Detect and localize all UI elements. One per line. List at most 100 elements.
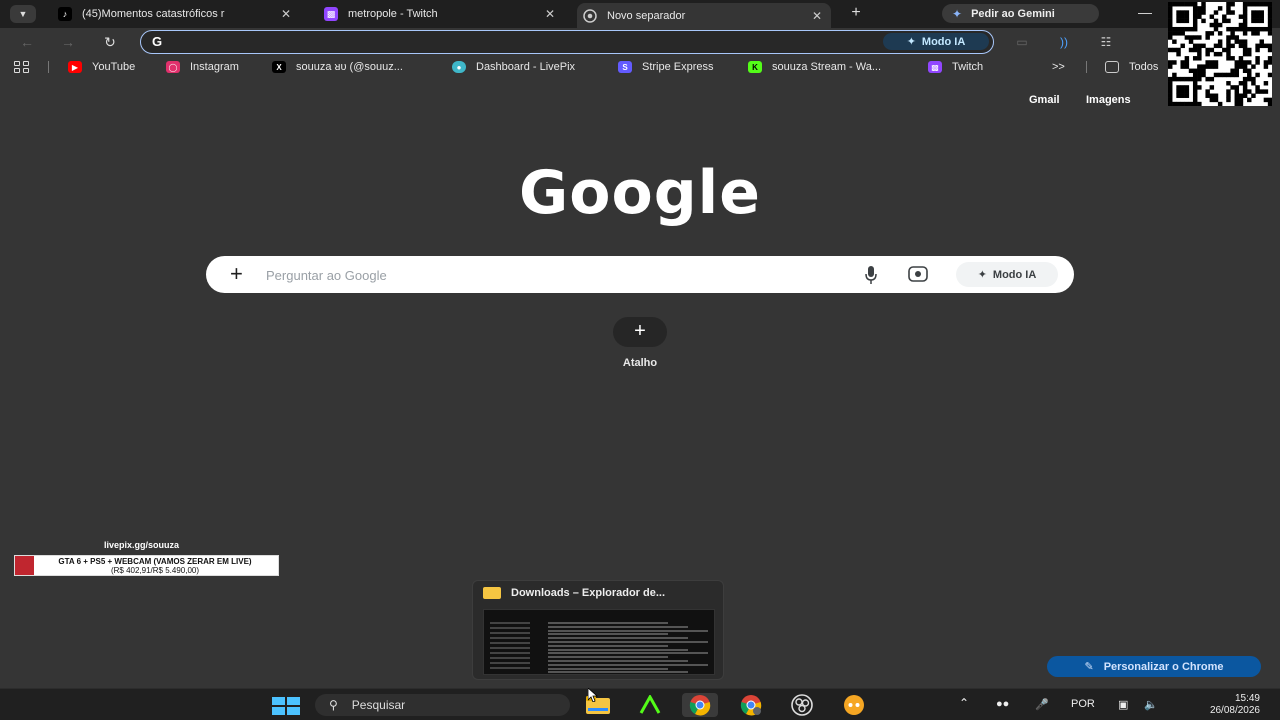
tab-new-tab[interactable]: Novo separador ✕ xyxy=(577,3,831,28)
qr-module xyxy=(1197,35,1202,40)
minimize-button[interactable]: — xyxy=(1138,4,1152,20)
plus-icon[interactable]: + xyxy=(230,262,243,286)
qr-module xyxy=(1238,26,1244,32)
new-tab-button[interactable]: + xyxy=(847,4,865,22)
qr-module xyxy=(1192,85,1198,90)
gemini-icon: ✦ xyxy=(952,6,963,21)
taskbar-clock[interactable]: 15:49 26/08/2026 xyxy=(1198,693,1260,717)
qr-module xyxy=(1209,22,1215,28)
qr-module xyxy=(1180,85,1185,90)
qr-module xyxy=(1242,47,1248,53)
bookmark-instagram[interactable]: ◯ Instagram xyxy=(166,59,239,75)
qr-module xyxy=(1197,43,1202,49)
qr-module xyxy=(1263,2,1269,7)
qr-module xyxy=(1213,51,1219,57)
customize-chrome-button[interactable]: ✎ Personalizar o Chrome xyxy=(1047,656,1261,677)
volume-icon[interactable]: 🔈 xyxy=(1144,698,1158,711)
chevron-up-icon[interactable]: ⌃ xyxy=(959,696,969,710)
bookmark-twitch[interactable]: ▩ Twitch xyxy=(928,59,983,75)
qr-module xyxy=(1192,72,1198,78)
gemini-button[interactable]: ✦ Pedir ao Gemini xyxy=(942,4,1099,23)
app-icon-green-a[interactable] xyxy=(632,693,668,717)
qr-module xyxy=(1176,51,1181,57)
address-input[interactable] xyxy=(173,33,873,51)
bookmark-youtube[interactable]: ▶ YouTube xyxy=(68,59,135,75)
tab-twitch[interactable]: ▩ metropole - Twitch ✕ xyxy=(318,3,564,25)
thumbnail-sidebar-row xyxy=(490,622,530,624)
livepix-goal-fill xyxy=(15,556,35,575)
forward-button[interactable]: → xyxy=(58,32,78,52)
chrome-icon[interactable] xyxy=(682,693,718,717)
bookmarks-overflow-button[interactable]: >> xyxy=(1052,59,1065,75)
add-shortcut-button[interactable]: + xyxy=(613,317,667,347)
close-icon[interactable]: ✕ xyxy=(278,7,294,21)
gmail-link[interactable]: Gmail xyxy=(1029,94,1060,106)
tab-tiktok[interactable]: ♪ (45)Momentos catastróficos r ✕ xyxy=(52,3,300,25)
images-link[interactable]: Imagens xyxy=(1086,94,1131,106)
thumbnail-sidebar-row xyxy=(490,642,530,644)
bookmarks-folder-all[interactable]: Todos xyxy=(1105,59,1158,75)
qr-module xyxy=(1180,76,1185,82)
qr-module xyxy=(1192,18,1198,24)
qr-module xyxy=(1263,81,1269,86)
ai-mode-button[interactable]: ✦ Modo IA xyxy=(883,33,989,50)
explorer-preview[interactable]: Downloads – Explorador de... xyxy=(472,580,724,680)
qr-module xyxy=(1267,97,1273,103)
file-explorer-icon[interactable] xyxy=(580,693,616,717)
reload-button[interactable]: ↻ xyxy=(100,32,120,52)
discord-icon[interactable] xyxy=(836,693,872,717)
qr-module xyxy=(1259,14,1264,19)
bookmark-kick[interactable]: K souuza Stream - Wa... xyxy=(748,59,881,75)
google-logo: Google xyxy=(519,158,761,228)
obs-icon[interactable] xyxy=(784,693,820,717)
cast-icon[interactable]: ▭ xyxy=(1014,35,1030,49)
bookmark-label: YouTube xyxy=(92,61,136,73)
search-input[interactable] xyxy=(266,265,846,285)
extensions-icon[interactable]: ☷ xyxy=(1098,35,1114,49)
bookmark-livepix[interactable]: ● Dashboard - LivePix xyxy=(452,59,575,75)
ai-mode-button[interactable]: ✦ Modo IA xyxy=(956,262,1058,287)
qr-module xyxy=(1209,47,1215,53)
bookmark-stripe[interactable]: S Stripe Express xyxy=(618,59,714,75)
chrome-profile-icon[interactable] xyxy=(733,693,769,717)
qr-module xyxy=(1230,85,1235,90)
address-bar[interactable]: G ✦ Modo IA xyxy=(140,30,994,54)
qr-module xyxy=(1242,43,1248,49)
bookmark-x[interactable]: X souuza ᴚᴜ (@souuz... xyxy=(272,59,403,75)
broadcast-icon[interactable]: )) xyxy=(1056,35,1072,49)
ai-sparkle-search-icon: ✦ xyxy=(977,269,987,281)
language-indicator[interactable]: POR xyxy=(1071,698,1095,710)
microphone-icon[interactable]: 🎤 xyxy=(1035,698,1049,711)
windows-start-icon[interactable] xyxy=(272,697,300,715)
qr-module xyxy=(1180,18,1185,24)
qr-module xyxy=(1267,31,1273,36)
thumbnail-sidebar-row xyxy=(490,647,530,649)
search-box[interactable]: + ✦ Modo IA xyxy=(206,256,1074,293)
camera-lens-icon[interactable] xyxy=(908,266,928,282)
qr-module xyxy=(1201,18,1206,24)
taskbar-search[interactable]: ⚲ Pesquisar xyxy=(315,694,570,716)
qr-module xyxy=(1247,72,1252,78)
tab-search-button[interactable]: ▼ xyxy=(10,5,36,23)
qr-module xyxy=(1242,60,1248,65)
discord-tray-icon[interactable]: ●● xyxy=(996,698,1009,710)
qr-module xyxy=(1201,2,1206,7)
qr-module xyxy=(1192,68,1198,74)
back-button[interactable]: ← xyxy=(17,32,37,52)
qr-module xyxy=(1247,51,1252,57)
kick-icon: K xyxy=(748,61,762,73)
microphone-icon[interactable] xyxy=(864,265,878,285)
qr-module xyxy=(1251,14,1256,19)
apps-grid-icon[interactable] xyxy=(14,61,30,73)
qr-module xyxy=(1267,60,1273,65)
qr-module xyxy=(1230,26,1235,32)
close-icon[interactable]: ✕ xyxy=(542,7,558,21)
qr-module xyxy=(1263,97,1269,103)
bookmark-folder-label: Todos xyxy=(1129,61,1159,73)
network-icon[interactable]: ▣ xyxy=(1118,698,1128,711)
livepix-url: livepix.gg/souuza xyxy=(104,540,180,550)
close-icon[interactable]: ✕ xyxy=(809,9,825,23)
qr-module xyxy=(1234,35,1240,40)
qr-module xyxy=(1251,18,1256,24)
qr-module xyxy=(1259,26,1264,32)
